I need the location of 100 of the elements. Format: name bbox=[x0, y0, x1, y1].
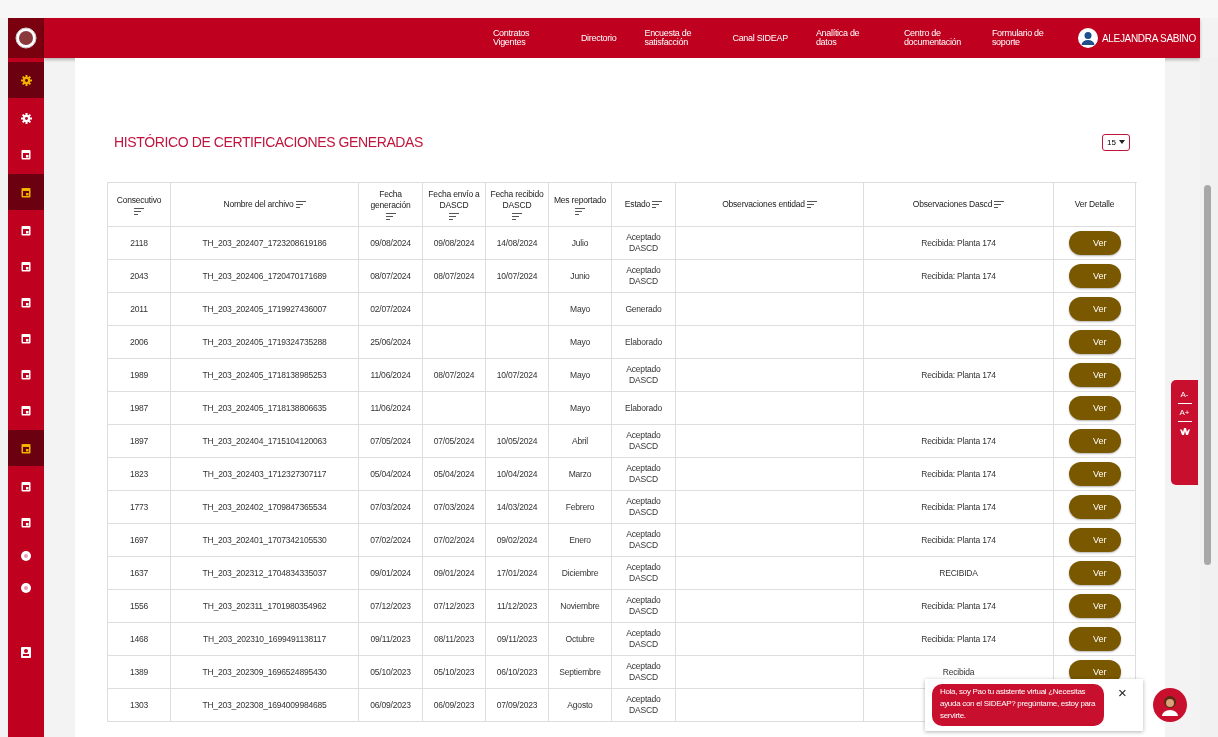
table-cell: 06/10/2023 bbox=[486, 656, 549, 689]
sort-icon[interactable] bbox=[512, 213, 522, 220]
sort-icon[interactable] bbox=[449, 213, 459, 220]
table-cell: TH_203_202402_1709847365534 bbox=[171, 491, 359, 524]
calendar-icon bbox=[21, 332, 31, 344]
table-cell: 1773 bbox=[108, 491, 171, 524]
sidebar-item[interactable] bbox=[8, 62, 44, 98]
nav-link[interactable]: Contratos Vigentes bbox=[478, 29, 567, 47]
table-cell: 06/09/2023 bbox=[359, 689, 423, 722]
table-cell: TH_203_202308_1694009984685 bbox=[171, 689, 359, 722]
table-cell: Aceptado DASCD bbox=[612, 260, 676, 293]
sort-icon[interactable] bbox=[295, 201, 306, 208]
table-cell: Aceptado DASCD bbox=[612, 359, 676, 392]
view-button[interactable]: Ver bbox=[1068, 429, 1121, 453]
table-cell: 07/12/2023 bbox=[423, 590, 486, 623]
sidebar-item[interactable] bbox=[8, 174, 44, 210]
sort-icon[interactable] bbox=[134, 207, 144, 215]
view-button[interactable]: Ver bbox=[1068, 231, 1121, 255]
user-name[interactable]: ALEJANDRA SABINO bbox=[1101, 32, 1196, 44]
table-cell bbox=[486, 293, 549, 326]
view-button[interactable]: Ver bbox=[1068, 264, 1121, 288]
table-cell: Mayo bbox=[549, 326, 612, 359]
calendar-icon bbox=[21, 480, 31, 492]
table-cell bbox=[486, 392, 549, 425]
view-button[interactable]: Ver bbox=[1068, 528, 1121, 552]
table-cell: Aceptado DASCD bbox=[612, 458, 676, 491]
table-cell: Aceptado DASCD bbox=[612, 491, 676, 524]
table-cell: 14/03/2024 bbox=[486, 491, 549, 524]
table-cell: Aceptado DASCD bbox=[612, 590, 676, 623]
caret-icon bbox=[1119, 140, 1125, 144]
view-button[interactable]: Ver bbox=[1068, 396, 1121, 420]
sidebar-item[interactable] bbox=[8, 430, 44, 466]
table-cell: 02/07/2024 bbox=[359, 293, 423, 326]
view-button[interactable]: Ver bbox=[1068, 495, 1121, 519]
table-cell: TH_203_202309_1696524895430 bbox=[171, 656, 359, 689]
table-cell: 25/06/2024 bbox=[359, 326, 423, 359]
table-cell: 1897 bbox=[108, 425, 171, 458]
table-cell: TH_203_202404_1715104120063 bbox=[171, 425, 359, 458]
view-button[interactable]: Ver bbox=[1068, 363, 1121, 387]
sort-icon[interactable] bbox=[385, 213, 396, 220]
column-header[interactable]: Observaciones Dascd bbox=[912, 199, 993, 210]
nav-link[interactable]: Formulario de soporte bbox=[977, 29, 1066, 47]
view-button[interactable]: Ver bbox=[1068, 330, 1121, 354]
calendar-icon bbox=[21, 224, 31, 236]
column-header[interactable]: Consecutivo bbox=[116, 194, 162, 206]
table-cell: 10/07/2024 bbox=[486, 260, 549, 293]
nav-link[interactable]: Canal SIDEAP bbox=[718, 33, 802, 43]
table-cell: Aceptado DASCD bbox=[612, 623, 676, 656]
table-cell: RECIBIDA bbox=[864, 557, 1054, 590]
table-cell: 1987 bbox=[108, 392, 171, 425]
table-cell: 10/07/2024 bbox=[486, 359, 549, 392]
sort-icon[interactable] bbox=[652, 201, 663, 208]
table-cell: 05/10/2023 bbox=[423, 656, 486, 689]
table-cell: 10/05/2024 bbox=[486, 425, 549, 458]
table-cell: Recibida: Planta 174 bbox=[864, 227, 1054, 260]
assistant-avatar[interactable] bbox=[1153, 688, 1187, 722]
increase-font-button[interactable]: A+ bbox=[1177, 408, 1192, 422]
table-cell: 09/11/2023 bbox=[486, 623, 549, 656]
table-cell: TH_203_202310_1699491138117 bbox=[171, 623, 359, 656]
calendar-icon bbox=[21, 404, 31, 416]
table-cell: Elaborado bbox=[612, 392, 676, 425]
nav-link[interactable]: Centro de documentación bbox=[889, 29, 978, 47]
table-cell: 07/03/2024 bbox=[423, 491, 486, 524]
column-header[interactable]: Fecha generación bbox=[362, 189, 419, 211]
calendar-icon bbox=[21, 260, 31, 272]
view-button[interactable]: Ver bbox=[1068, 297, 1121, 321]
table-cell: TH_203_202403_1712327307117 bbox=[171, 458, 359, 491]
sort-icon[interactable] bbox=[806, 201, 817, 208]
close-button[interactable]: × bbox=[1118, 685, 1127, 700]
hands-icon[interactable] bbox=[1178, 426, 1191, 437]
view-button[interactable]: Ver bbox=[1068, 561, 1121, 585]
table-cell: Junio bbox=[549, 260, 612, 293]
decrease-font-button[interactable]: A- bbox=[1177, 390, 1192, 404]
view-button[interactable]: Ver bbox=[1068, 627, 1121, 651]
table-cell: Febrero bbox=[549, 491, 612, 524]
sort-icon[interactable] bbox=[575, 207, 585, 215]
column-header[interactable]: Observaciones entidad bbox=[722, 199, 805, 210]
view-button[interactable]: Ver bbox=[1068, 462, 1121, 486]
table-cell: Diciembre bbox=[549, 557, 612, 590]
table-cell: TH_203_202405_1719927436007 bbox=[171, 293, 359, 326]
table-cell: 11/12/2023 bbox=[486, 590, 549, 623]
column-header[interactable]: Estado bbox=[624, 199, 651, 210]
table-cell: 09/08/2024 bbox=[423, 227, 486, 260]
column-header[interactable]: Mes reportado bbox=[553, 194, 607, 206]
table-cell: 05/10/2023 bbox=[359, 656, 423, 689]
nav-link[interactable]: Encuesta de satisfacción bbox=[630, 29, 719, 47]
table-cell: Enero bbox=[549, 524, 612, 557]
sort-icon[interactable] bbox=[994, 201, 1005, 208]
table-cell: 11/06/2024 bbox=[359, 392, 423, 425]
column-header[interactable]: Nombre del archivo bbox=[223, 199, 294, 210]
column-header[interactable]: Fecha envío a DASCD bbox=[426, 189, 482, 211]
nav-link[interactable]: Analítica de datos bbox=[801, 29, 890, 47]
table-cell: 08/11/2023 bbox=[423, 623, 486, 656]
table-cell: Recibida: Planta 174 bbox=[864, 260, 1054, 293]
nav-link[interactable]: Directorio bbox=[566, 33, 631, 43]
column-header[interactable]: Fecha recibido DASCD bbox=[489, 189, 545, 211]
page-size-select[interactable]: 15 bbox=[1102, 133, 1130, 151]
view-button[interactable]: Ver bbox=[1068, 594, 1121, 618]
table-cell: 2118 bbox=[108, 227, 171, 260]
table-cell bbox=[423, 326, 486, 359]
